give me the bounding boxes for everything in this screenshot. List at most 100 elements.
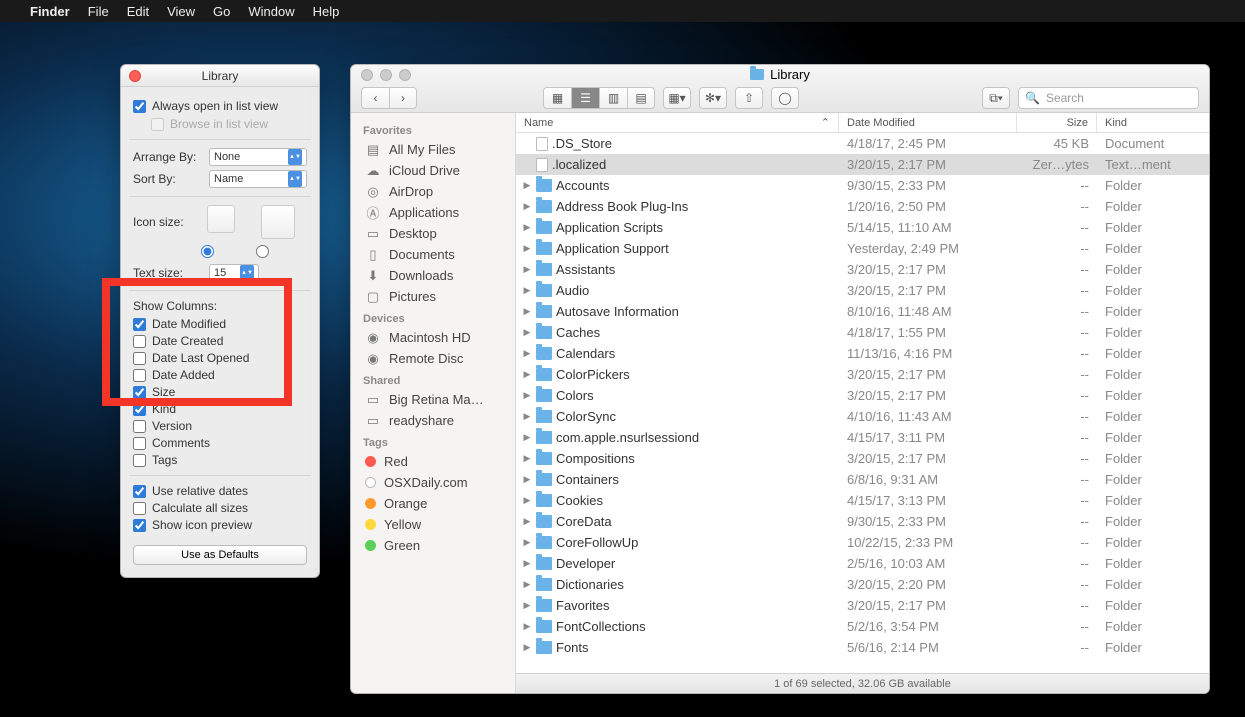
- table-row[interactable]: ▶FontCollections5/2/16, 3:54 PM--Folder: [516, 616, 1209, 637]
- always-open-checkbox[interactable]: [133, 100, 146, 113]
- sidebar-item[interactable]: ◉Remote Disc: [351, 348, 515, 369]
- col-tags-checkbox[interactable]: [133, 454, 146, 467]
- disclosure-triangle-icon[interactable]: ▶: [522, 243, 532, 254]
- disclosure-triangle-icon[interactable]: ▶: [522, 558, 532, 569]
- sidebar-item[interactable]: ◎AirDrop: [351, 181, 515, 202]
- table-row[interactable]: .localized3/20/15, 2:17 PMZer…ytesText…m…: [516, 154, 1209, 175]
- disclosure-triangle-icon[interactable]: ▶: [522, 327, 532, 338]
- arrange-by-select[interactable]: None▲▼: [209, 148, 307, 166]
- disclosure-triangle-icon[interactable]: ▶: [522, 432, 532, 443]
- icon-size-small-radio[interactable]: [201, 245, 214, 258]
- disclosure-triangle-icon[interactable]: ▶: [522, 306, 532, 317]
- menu-window[interactable]: Window: [248, 4, 294, 19]
- table-row[interactable]: ▶CoreData9/30/15, 2:33 PM--Folder: [516, 511, 1209, 532]
- col-size-checkbox[interactable]: [133, 386, 146, 399]
- disclosure-triangle-icon[interactable]: ▶: [522, 495, 532, 506]
- sidebar-tag[interactable]: Yellow: [351, 514, 515, 535]
- disclosure-triangle-icon[interactable]: ▶: [522, 579, 532, 590]
- calculate-sizes-checkbox[interactable]: [133, 502, 146, 515]
- disclosure-triangle-icon[interactable]: ▶: [522, 537, 532, 548]
- disclosure-triangle-icon[interactable]: ▶: [522, 516, 532, 527]
- table-row[interactable]: ▶Caches4/18/17, 1:55 PM--Folder: [516, 322, 1209, 343]
- close-icon[interactable]: [129, 70, 141, 82]
- table-row[interactable]: ▶Developer2/5/16, 10:03 AM--Folder: [516, 553, 1209, 574]
- table-row[interactable]: ▶Containers6/8/16, 9:31 AM--Folder: [516, 469, 1209, 490]
- table-row[interactable]: ▶Dictionaries3/20/15, 2:20 PM--Folder: [516, 574, 1209, 595]
- view-options-titlebar[interactable]: Library: [121, 65, 319, 87]
- disclosure-triangle-icon[interactable]: ▶: [522, 474, 532, 485]
- disclosure-triangle-icon[interactable]: ▶: [522, 600, 532, 611]
- sidebar-item[interactable]: ▭readyshare: [351, 410, 515, 431]
- table-row[interactable]: ▶com.apple.nsurlsessiond4/15/17, 3:11 PM…: [516, 427, 1209, 448]
- table-row[interactable]: ▶Application Scripts5/14/15, 11:10 AM--F…: [516, 217, 1209, 238]
- disclosure-triangle-icon[interactable]: ▶: [522, 642, 532, 653]
- icon-view-button[interactable]: ▦: [543, 87, 571, 109]
- disclosure-triangle-icon[interactable]: ▶: [522, 453, 532, 464]
- table-row[interactable]: ▶Address Book Plug-Ins1/20/16, 2:50 PM--…: [516, 196, 1209, 217]
- action-button[interactable]: ✻▾: [699, 87, 727, 109]
- share-button[interactable]: ⇧: [735, 87, 763, 109]
- sidebar-tag[interactable]: Green: [351, 535, 515, 556]
- text-size-select[interactable]: 15▲▼: [209, 264, 259, 282]
- use-relative-dates-checkbox[interactable]: [133, 485, 146, 498]
- table-row[interactable]: ▶Autosave Information8/10/16, 11:48 AM--…: [516, 301, 1209, 322]
- table-row[interactable]: ▶CoreFollowUp10/22/15, 2:33 PM--Folder: [516, 532, 1209, 553]
- arrange-button[interactable]: ▦▾: [663, 87, 691, 109]
- sort-by-select[interactable]: Name▲▼: [209, 170, 307, 188]
- date-column-header[interactable]: Date Modified: [839, 113, 1017, 132]
- name-column-header[interactable]: Name⌃: [516, 113, 839, 132]
- back-button[interactable]: ‹: [361, 87, 389, 109]
- table-row[interactable]: ▶Fonts5/6/16, 2:14 PM--Folder: [516, 637, 1209, 658]
- list-view-button[interactable]: ☰: [571, 87, 599, 109]
- disclosure-triangle-icon[interactable]: ▶: [522, 201, 532, 212]
- disclosure-triangle-icon[interactable]: ▶: [522, 621, 532, 632]
- app-menu[interactable]: Finder: [30, 4, 70, 19]
- table-row[interactable]: ▶ColorSync4/10/16, 11:43 AM--Folder: [516, 406, 1209, 427]
- disclosure-triangle-icon[interactable]: ▶: [522, 390, 532, 401]
- disclosure-triangle-icon[interactable]: ▶: [522, 222, 532, 233]
- disclosure-triangle-icon[interactable]: ▶: [522, 285, 532, 296]
- dropbox-button[interactable]: ⧉▾: [982, 87, 1010, 109]
- table-row[interactable]: .DS_Store4/18/17, 2:45 PM45 KBDocument: [516, 133, 1209, 154]
- col-kind-checkbox[interactable]: [133, 403, 146, 416]
- menu-help[interactable]: Help: [313, 4, 340, 19]
- table-row[interactable]: ▶Favorites3/20/15, 2:17 PM--Folder: [516, 595, 1209, 616]
- disclosure-triangle-icon[interactable]: ▶: [522, 180, 532, 191]
- sidebar-tag[interactable]: OSXDaily.com: [351, 472, 515, 493]
- sidebar-item[interactable]: ▤All My Files: [351, 139, 515, 160]
- table-row[interactable]: ▶Application SupportYesterday, 2:49 PM--…: [516, 238, 1209, 259]
- table-row[interactable]: ▶Assistants3/20/15, 2:17 PM--Folder: [516, 259, 1209, 280]
- sidebar-tag[interactable]: Red: [351, 451, 515, 472]
- disclosure-triangle-icon[interactable]: ▶: [522, 369, 532, 380]
- coverflow-view-button[interactable]: ▤: [627, 87, 655, 109]
- menu-file[interactable]: File: [88, 4, 109, 19]
- sidebar-tag[interactable]: Orange: [351, 493, 515, 514]
- sidebar-item[interactable]: ☁iCloud Drive: [351, 160, 515, 181]
- disclosure-triangle-icon[interactable]: ▶: [522, 348, 532, 359]
- sidebar-item[interactable]: ▯Documents: [351, 244, 515, 265]
- column-view-button[interactable]: ▥: [599, 87, 627, 109]
- sidebar-item[interactable]: ◉Macintosh HD: [351, 327, 515, 348]
- table-row[interactable]: ▶Colors3/20/15, 2:17 PM--Folder: [516, 385, 1209, 406]
- sidebar-item[interactable]: ▭Big Retina Ma…: [351, 389, 515, 410]
- col-date-created-checkbox[interactable]: [133, 335, 146, 348]
- col-comments-checkbox[interactable]: [133, 437, 146, 450]
- search-field[interactable]: 🔍Search: [1018, 87, 1199, 109]
- disclosure-triangle-icon[interactable]: ▶: [522, 411, 532, 422]
- table-row[interactable]: ▶Compositions3/20/15, 2:17 PM--Folder: [516, 448, 1209, 469]
- disclosure-triangle-icon[interactable]: ▶: [522, 264, 532, 275]
- use-as-defaults-button[interactable]: Use as Defaults: [133, 545, 307, 565]
- tags-button[interactable]: ◯: [771, 87, 799, 109]
- size-column-header[interactable]: Size: [1017, 113, 1097, 132]
- sidebar-item[interactable]: ▢Pictures: [351, 286, 515, 307]
- col-date-last-opened-checkbox[interactable]: [133, 352, 146, 365]
- sidebar-item[interactable]: ⬇Downloads: [351, 265, 515, 286]
- table-row[interactable]: ▶Calendars11/13/16, 4:16 PM--Folder: [516, 343, 1209, 364]
- menu-edit[interactable]: Edit: [127, 4, 149, 19]
- table-row[interactable]: ▶Accounts9/30/15, 2:33 PM--Folder: [516, 175, 1209, 196]
- sidebar-item[interactable]: ▭Desktop: [351, 223, 515, 244]
- forward-button[interactable]: ›: [389, 87, 417, 109]
- col-date-modified-checkbox[interactable]: [133, 318, 146, 331]
- col-date-added-checkbox[interactable]: [133, 369, 146, 382]
- menu-go[interactable]: Go: [213, 4, 230, 19]
